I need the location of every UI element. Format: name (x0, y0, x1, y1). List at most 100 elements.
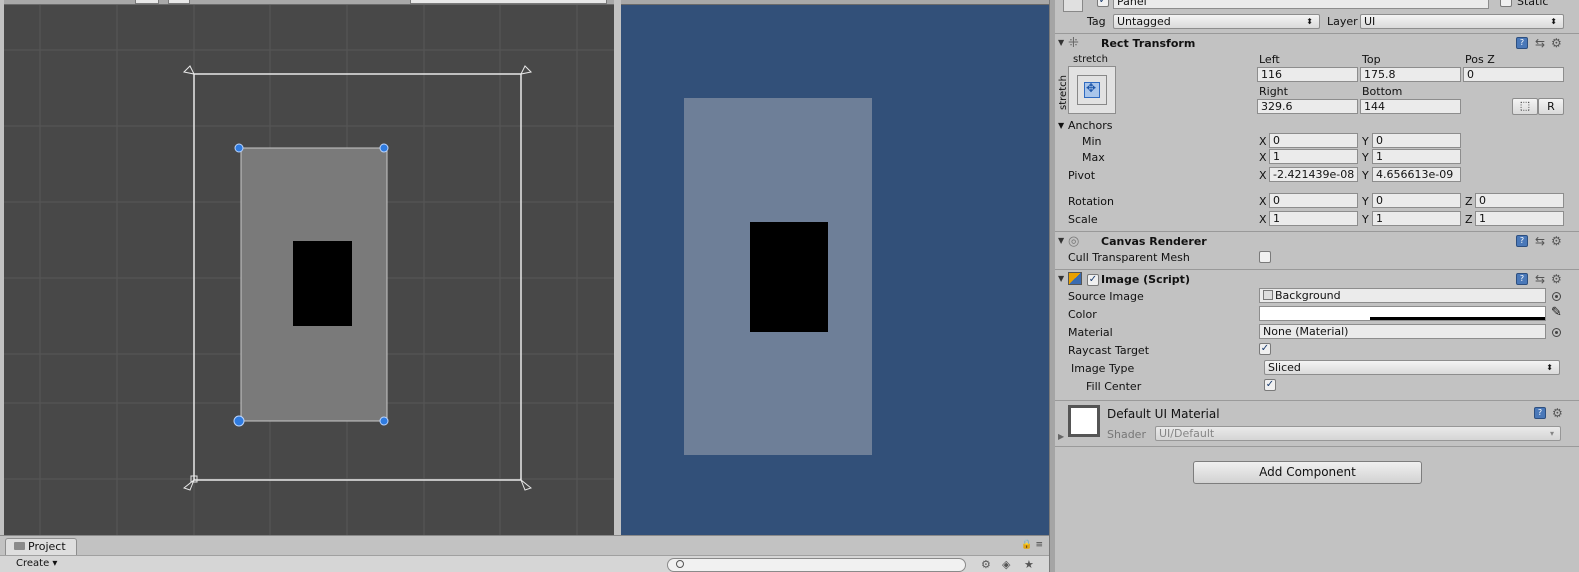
scale-z-axis: Z (1465, 213, 1473, 226)
view-divider[interactable] (614, 0, 621, 535)
source-image-label: Source Image (1068, 290, 1144, 303)
image-component-icon (1068, 272, 1082, 285)
color-field[interactable] (1259, 306, 1546, 321)
fold-arrow-icon[interactable]: ▼ (1058, 274, 1064, 283)
gear-icon[interactable]: ⚙ (1551, 273, 1563, 285)
gear-icon[interactable]: ⚙ (1551, 37, 1563, 49)
inspector: ✓ Panel Static Tag Untagged ⬍ Layer UI ⬍ ▼… (1055, 0, 1579, 572)
blueprint-mode-button[interactable]: ⬚ (1512, 98, 1538, 115)
bottom-label: Bottom (1362, 85, 1403, 98)
anchor-min-y-field[interactable]: 0 (1372, 133, 1461, 148)
material-fold-icon[interactable]: ▶ (1058, 432, 1064, 441)
anchor-preset-button[interactable] (1068, 66, 1116, 114)
rect-handle[interactable] (379, 416, 389, 426)
active-checkbox[interactable]: ✓ (1097, 0, 1109, 7)
scene-toolbar-field[interactable] (135, 0, 159, 4)
anchor-max-x-field[interactable]: 1 (1269, 149, 1358, 164)
max-x-axis: X (1259, 151, 1267, 164)
image-type-dropdown[interactable]: Sliced ⬍ (1264, 360, 1560, 375)
scene-grid[interactable] (0, 5, 621, 535)
scene-search-field[interactable] (410, 0, 607, 4)
gear-icon[interactable]: ⚙ (1552, 407, 1564, 419)
material-field[interactable]: None (Material) (1259, 324, 1546, 339)
shader-value: UI/Default (1159, 427, 1215, 440)
help-icon[interactable]: ? (1516, 273, 1528, 285)
static-label: Static (1517, 0, 1549, 8)
favorite-icon[interactable]: ★ (1024, 558, 1034, 571)
rotation-y-field[interactable]: 0 (1372, 193, 1461, 208)
tag-label: Tag (1087, 15, 1106, 28)
min-label: Min (1082, 135, 1102, 148)
cull-mesh-checkbox[interactable] (1259, 251, 1271, 263)
right-field[interactable]: 329.6 (1257, 99, 1358, 114)
scene-toolbar-field[interactable] (168, 0, 190, 4)
max-y-axis: Y (1362, 151, 1369, 164)
help-icon[interactable]: ? (1534, 407, 1546, 419)
rotation-z-field[interactable]: 0 (1475, 193, 1564, 208)
posz-field[interactable]: 0 (1463, 67, 1564, 82)
source-image-field[interactable]: Background (1259, 288, 1546, 303)
preset-icon[interactable]: ⇆ (1535, 235, 1547, 247)
pivot-x-field[interactable]: -2.421439e-08 (1269, 167, 1358, 182)
scale-x-field[interactable]: 1 (1269, 211, 1358, 226)
static-checkbox[interactable] (1500, 0, 1512, 7)
raycast-target-checkbox[interactable]: ✓ (1259, 343, 1271, 355)
fill-center-checkbox[interactable]: ✓ (1264, 379, 1276, 391)
anchor-handle[interactable] (519, 478, 533, 491)
help-icon[interactable]: ? (1516, 235, 1528, 247)
right-label: Right (1259, 85, 1288, 98)
rect-handle[interactable] (233, 415, 245, 427)
scene-view[interactable] (0, 0, 621, 535)
pivot-x-axis: X (1259, 169, 1267, 182)
scale-x-axis: X (1259, 213, 1267, 226)
eyedropper-icon[interactable]: ✎ (1551, 306, 1562, 319)
image-header[interactable]: ▼ ✓ Image (Script) ? ⇆ ⚙ (1055, 269, 1579, 289)
scale-z-field[interactable]: 1 (1475, 211, 1564, 226)
rect-handle[interactable] (379, 143, 389, 153)
object-name-field[interactable]: Panel (1113, 0, 1489, 9)
preset-icon[interactable]: ⇆ (1535, 37, 1547, 49)
pivot-y-field[interactable]: 4.656613e-09 (1372, 167, 1461, 182)
folder-icon (14, 542, 25, 550)
anchors-fold-icon[interactable]: ▼ (1058, 121, 1064, 130)
bottom-field[interactable]: 144 (1360, 99, 1461, 114)
material-preview[interactable] (1068, 405, 1100, 437)
preset-icon[interactable]: ⇆ (1535, 273, 1547, 285)
tab-project[interactable]: Project (5, 538, 77, 555)
tag-dropdown[interactable]: Untagged ⬍ (1113, 14, 1320, 29)
min-x-axis: X (1259, 135, 1267, 148)
rect-handle[interactable] (234, 143, 244, 153)
anchor-min-x-field[interactable]: 0 (1269, 133, 1358, 148)
dropdown-arrow-icon: ⬍ (1306, 17, 1313, 26)
image-enabled-checkbox[interactable]: ✓ (1087, 274, 1099, 286)
raw-edit-button[interactable]: R (1538, 98, 1564, 115)
rot-x-axis: X (1259, 195, 1267, 208)
game-view[interactable] (621, 0, 1049, 535)
scale-y-field[interactable]: 1 (1372, 211, 1461, 226)
game-toolbar (621, 0, 1049, 5)
create-button[interactable]: Create ▾ (12, 557, 61, 572)
filter-by-type-icon[interactable]: ⚙ (981, 558, 991, 571)
object-picker-icon[interactable] (1552, 292, 1561, 301)
raycast-target-label: Raycast Target (1068, 344, 1150, 357)
shader-dropdown[interactable]: UI/Default ▾ (1155, 426, 1561, 441)
anchor-handle[interactable] (182, 65, 195, 75)
project-search-input[interactable] (667, 558, 966, 572)
add-component-button[interactable]: Add Component (1193, 461, 1422, 484)
left-field[interactable]: 116 (1257, 67, 1358, 82)
canvas-renderer-header[interactable]: ▼ ◎ Canvas Renderer ? ⇆ ⚙ (1055, 231, 1579, 251)
rotation-x-field[interactable]: 0 (1269, 193, 1358, 208)
anchor-max-y-field[interactable]: 1 (1372, 149, 1461, 164)
filter-by-label-icon[interactable]: ◈ (1002, 558, 1010, 571)
fold-arrow-icon[interactable]: ▼ (1058, 236, 1064, 245)
top-field[interactable]: 175.8 (1360, 67, 1461, 82)
anchor-handle[interactable] (520, 65, 533, 75)
rect-transform-header[interactable]: ▼ ⁜ Rect Transform ? ⇆ ⚙ (1055, 33, 1579, 53)
gear-icon[interactable]: ⚙ (1551, 235, 1563, 247)
help-icon[interactable]: ? (1516, 37, 1528, 49)
scene-image-rect[interactable] (293, 241, 352, 326)
fold-arrow-icon[interactable]: ▼ (1058, 38, 1064, 47)
tab-menu-icon[interactable]: 🔒 ≡ (1021, 540, 1043, 550)
object-picker-icon[interactable] (1552, 328, 1561, 337)
layer-dropdown[interactable]: UI ⬍ (1360, 14, 1564, 29)
